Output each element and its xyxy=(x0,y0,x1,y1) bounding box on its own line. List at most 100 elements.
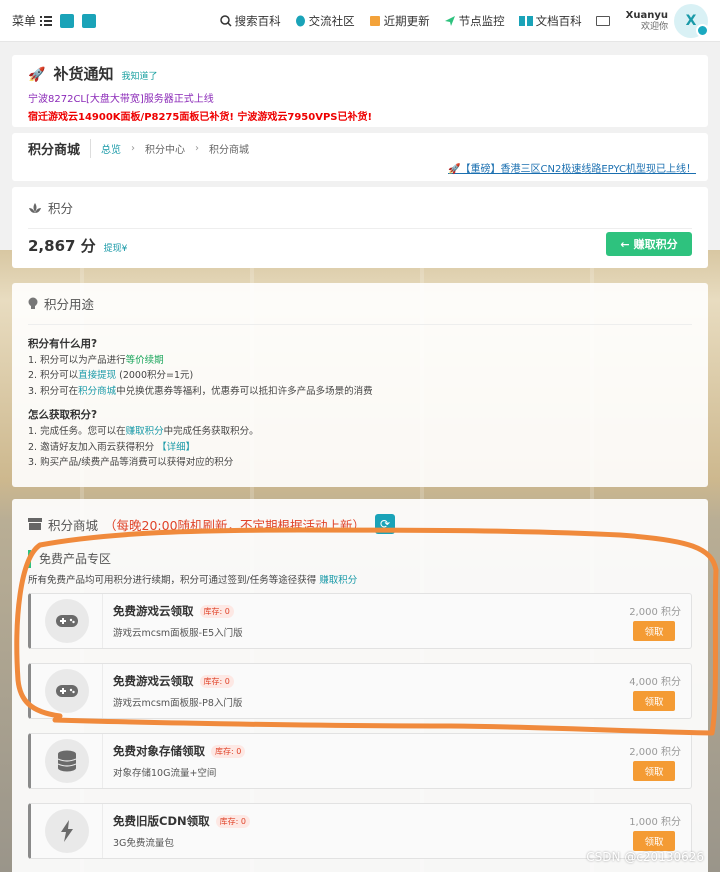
top-navbar: 菜单 搜索百科 交流社区 近期更新 节点监控 文档百科 Xuanyu 欢迎你 X xyxy=(0,0,720,42)
nav-docs-label: 文档百科 xyxy=(535,14,582,28)
claim-button[interactable]: 领取 xyxy=(633,831,675,851)
desc-earn-points-link[interactable]: 赚取积分 xyxy=(319,575,357,586)
stock-badge: 库存: 0 xyxy=(199,674,234,688)
nav-updates-label: 近期更新 xyxy=(383,14,430,28)
database-icon xyxy=(44,739,89,783)
product-name: 免费旧版CDN领取 xyxy=(113,814,210,828)
rocket-icon: 🚀 xyxy=(28,67,46,83)
nav-monitor[interactable]: 节点监控 xyxy=(444,13,505,29)
free-products-desc: 所有免费产品均可用积分进行续期，积分可通过签到/任务等途径获得 赚取积分 xyxy=(28,572,692,586)
earn-line-1-text: 1. 完成任务。您可以在 xyxy=(28,426,126,438)
product-card: 免费对象存储领取 库存: 0 对象存储10G流量+空间 2,000 积分 领取 xyxy=(28,733,692,789)
usage-line-3-text: 3. 积分可在 xyxy=(28,385,79,397)
earn-points-button[interactable]: ← 赚取积分 xyxy=(606,232,692,256)
usage-line-3-rest: 中兑换优惠券等福利，优惠券可以抵扣许多产品多场景的消费 xyxy=(116,385,373,397)
notice-line-1: 宁波8272CL[大盘大带宽]服务器正式上线 xyxy=(28,94,214,105)
claim-button[interactable]: 领取 xyxy=(633,691,675,711)
product-card: 免费游戏云领取 库存: 0 游戏云mcsm面板服-P8入门版 4,000 积分 领取 xyxy=(28,663,692,719)
earn-points-link[interactable]: 赚取积分 xyxy=(126,426,164,437)
nav-community-label: 交流社区 xyxy=(308,14,355,28)
store-icon xyxy=(28,518,42,530)
product-desc: 3G免费流量包 xyxy=(113,838,174,849)
earn-line-2-text: 2. 邀请好友加入雨云获得积分 xyxy=(28,441,158,453)
product-name: 免费游戏云领取 xyxy=(113,674,194,688)
stock-badge: 库存: 0 xyxy=(199,604,234,618)
menu-label: 菜单 xyxy=(12,14,37,28)
lightbulb-icon xyxy=(28,297,38,309)
free-products-section: 免费产品专区 xyxy=(28,550,692,568)
invite-detail-link[interactable]: 【详细】 xyxy=(157,442,195,453)
book-icon xyxy=(518,16,533,26)
nav-search-label: 搜索百科 xyxy=(234,14,281,28)
arrow-left-icon: ← xyxy=(620,237,630,251)
notice-title: 补货通知 xyxy=(53,65,114,83)
nav-monitor-label: 节点监控 xyxy=(458,14,505,28)
product-desc: 游戏云mcsm面板服-P8入门版 xyxy=(113,698,243,709)
breadcrumb-points-mall: 积分商城 xyxy=(209,144,250,156)
points-value: 2,867 分 xyxy=(28,237,96,255)
product-price: 2,000 积分 xyxy=(629,747,681,758)
breadcrumb-points-center[interactable]: 积分中心 xyxy=(145,141,185,156)
points-header: 积分 xyxy=(48,201,74,216)
points-usage-card: 积分用途 积分有什么用? 1. 积分可以为产品进行等价续期 2. 积分可以直接提… xyxy=(12,283,708,487)
shop-refresh-notice: （每晚20:00随机刷新，不定期根据活动上新） xyxy=(104,517,366,533)
product-desc: 游戏云mcsm面板服-E5入门版 xyxy=(113,628,243,639)
watermark: CSDN @c20130626 xyxy=(586,850,704,864)
notice-ack-link[interactable]: 我知道了 xyxy=(121,69,157,82)
claim-button[interactable]: 领取 xyxy=(633,761,675,781)
usage-line-2-text: 2. 积分可以 xyxy=(28,370,79,382)
search-icon xyxy=(219,15,232,27)
refresh-icon: ⟳ xyxy=(380,517,391,531)
product-price: 4,000 积分 xyxy=(629,677,681,688)
refresh-button[interactable]: ⟳ xyxy=(375,514,396,534)
points-shop-card: 积分商城 （每晚20:00随机刷新，不定期根据活动上新） ⟳ 免费产品专区 所有… xyxy=(12,499,708,872)
avatar[interactable]: X xyxy=(674,4,709,38)
usage-line-2-rate: (2000积分=1元) xyxy=(116,370,194,382)
list-icon xyxy=(40,15,53,26)
usage-line-1-text: 1. 积分可以为产品进行 xyxy=(28,355,126,366)
mail-icon[interactable] xyxy=(595,16,610,26)
nav-docs[interactable]: 文档百科 xyxy=(518,13,582,29)
claim-button[interactable]: 领取 xyxy=(633,621,675,641)
menu-button[interactable]: 菜单 xyxy=(12,12,53,29)
nav-updates[interactable]: 近期更新 xyxy=(369,13,430,29)
breadcrumb: 积分商城 总览 › 积分中心 › 积分商城 🚀【重磅】香港三区CN2极速线路EP… xyxy=(12,133,708,181)
usage-line-2: 2. 积分可以直接提现 (2000积分=1元) xyxy=(28,370,692,381)
product-name: 免费对象存储领取 xyxy=(113,744,205,758)
avatar-letter: X xyxy=(685,13,697,29)
announcement-link[interactable]: 🚀【重磅】香港三区CN2极速线路EPYC机型现已上线！ xyxy=(448,160,696,175)
nav-search[interactable]: 搜索百科 xyxy=(219,13,281,29)
earn-line-1-rest: 中完成任务获取积分。 xyxy=(163,426,259,438)
notice-line-2: 宿迁游戏云14900K面板/P8275面板已补货! 宁波游戏云7950VPS已补… xyxy=(28,112,373,123)
monitor-icon xyxy=(444,16,455,26)
product-card: 免费游戏云领取 库存: 0 游戏云mcsm面板服-E5入门版 2,000 积分 领取 xyxy=(28,593,692,649)
gamepad-icon xyxy=(44,599,89,643)
direct-withdraw-link[interactable]: 直接提现 xyxy=(78,370,116,381)
update-icon xyxy=(369,16,380,26)
translate-icon[interactable] xyxy=(82,13,97,28)
avatar-badge-icon xyxy=(696,24,709,37)
breadcrumb-overview[interactable]: 总览 xyxy=(101,141,121,156)
lotus-icon xyxy=(29,202,41,213)
earn-line-1: 1. 完成任务。您可以在赚取积分中完成任务获取积分。 xyxy=(28,426,692,437)
user-info[interactable]: Xuanyu 欢迎你 xyxy=(626,10,668,33)
product-price: 2,000 积分 xyxy=(629,607,681,618)
equal-renew-link[interactable]: 等价续期 xyxy=(126,355,164,366)
earn-line-2: 2. 邀请好友加入雨云获得积分 【详细】 xyxy=(28,442,692,453)
user-welcome: 欢迎你 xyxy=(640,21,668,32)
usage-header: 积分用途 xyxy=(44,297,95,312)
points-card: 积分 2,867 分提现¥ ← 赚取积分 xyxy=(12,187,708,268)
usage-question-2: 怎么获取积分? xyxy=(28,409,98,422)
product-name: 免费游戏云领取 xyxy=(113,604,194,618)
stock-badge: 库存: 0 xyxy=(211,744,246,758)
nav-community[interactable]: 交流社区 xyxy=(295,13,355,29)
chevron-right-icon: › xyxy=(131,142,136,154)
image-icon[interactable] xyxy=(60,13,75,28)
usage-question-1: 积分有什么用? xyxy=(28,338,98,350)
bolt-icon xyxy=(44,809,89,853)
withdraw-link[interactable]: 提现¥ xyxy=(104,241,128,254)
restock-notice: 🚀 补货通知 我知道了 宁波8272CL[大盘大带宽]服务器正式上线 宿迁游戏云14… xyxy=(12,55,708,127)
product-price: 1,000 积分 xyxy=(629,817,681,828)
usage-line-1: 1. 积分可以为产品进行等价续期 xyxy=(28,355,692,366)
points-mall-link[interactable]: 积分商城 xyxy=(78,386,116,397)
